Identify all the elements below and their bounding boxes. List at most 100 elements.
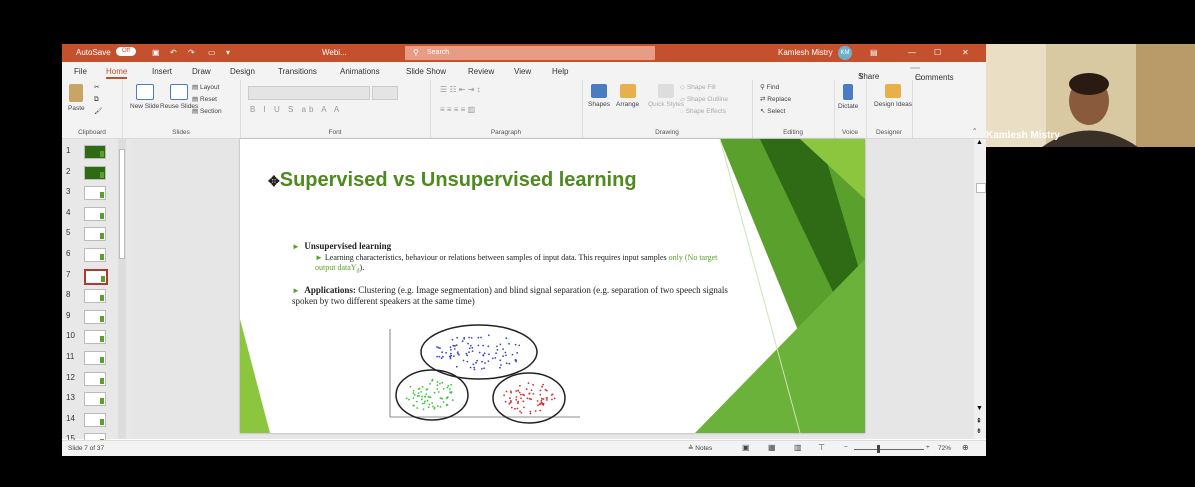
tab-home[interactable]: Home [106, 67, 128, 79]
prev-slide-icon[interactable]: ⇞ [976, 417, 982, 425]
next-slide-icon[interactable]: ⇟ [976, 427, 982, 435]
slide-thumbnail[interactable] [84, 412, 106, 427]
slide-thumbnail[interactable] [84, 371, 106, 386]
shape-outline-button[interactable]: ▱ Shape Outline [680, 96, 728, 104]
design-ideas-button[interactable]: Design Ideas [874, 84, 912, 109]
green-point [433, 406, 436, 409]
maximize-icon[interactable]: ☐ [934, 48, 941, 57]
reset-button[interactable]: ▤ Reset [192, 96, 217, 104]
section-button[interactable]: ▤ Section [192, 108, 222, 116]
new-slide-button[interactable]: New Slide [130, 84, 159, 111]
slide-thumbnail[interactable] [84, 206, 106, 221]
blue-point [496, 345, 498, 348]
avatar[interactable]: KM [838, 46, 852, 60]
redo-icon[interactable]: ↷ [188, 48, 195, 57]
align-buttons[interactable]: ≡ ≡ ≡ ≡ ▥ [440, 106, 475, 114]
list-buttons[interactable]: ☰ ☷ ⇤ ⇥ ↕ [440, 86, 481, 94]
ribbon-display-icon[interactable]: ▤ [870, 48, 878, 57]
zoom-in-icon[interactable]: + [926, 444, 930, 451]
cluster-points-green [405, 378, 454, 411]
tab-file[interactable]: File [74, 67, 87, 76]
zoom-out-icon[interactable]: − [844, 444, 848, 451]
minimize-icon[interactable]: — [908, 48, 916, 57]
sub-bullet-arrow-icon: ► [315, 253, 323, 262]
tab-insert[interactable]: Insert [152, 67, 172, 76]
normal-view-icon[interactable]: ▣ [742, 443, 750, 452]
font-name-select[interactable] [248, 86, 370, 100]
blue-point [471, 350, 474, 352]
autosave-toggle[interactable]: Off [116, 47, 136, 57]
scroll-up-icon[interactable]: ▲ [976, 139, 983, 146]
thumbnail-number: 14 [66, 413, 75, 423]
slide-thumbnail[interactable] [84, 165, 106, 180]
tab-animations[interactable]: Animations [340, 67, 380, 76]
scroll-down-icon[interactable]: ▼ [976, 405, 983, 412]
cut-icon[interactable]: ✂ [94, 84, 99, 92]
green-point [436, 405, 439, 407]
slide-thumbnail[interactable] [84, 351, 106, 365]
slide-canvas[interactable]: ✥Supervised vs Unsupervised learning ► U… [240, 139, 865, 433]
tab-help[interactable]: Help [552, 67, 568, 76]
comments-button[interactable]: ▭ Comments [910, 67, 954, 82]
dictate-button[interactable]: Dictate [838, 84, 858, 111]
red-point [515, 390, 518, 392]
slide-thumbnail[interactable] [84, 268, 108, 285]
arrange-button[interactable]: Arrange [616, 84, 639, 109]
tab-design[interactable]: Design [230, 67, 255, 76]
save-icon[interactable]: ▣ [152, 48, 160, 57]
slide-sorter-icon[interactable]: ▦ [768, 443, 776, 452]
slide-thumbnail[interactable] [84, 186, 106, 201]
user-name[interactable]: Kamlesh Mistry [778, 48, 833, 57]
slide-thumbnail[interactable] [84, 248, 106, 262]
present-icon[interactable]: ▭ [208, 48, 216, 57]
editor-scrollbar[interactable]: ▲ ▼ ⇞ ⇟ [974, 139, 986, 439]
document-title[interactable]: Webi... [322, 48, 347, 57]
slideshow-icon[interactable]: ⊤ [818, 443, 825, 452]
slide-thumbnail[interactable] [84, 330, 106, 345]
red-point [526, 397, 529, 400]
qat-customize-icon[interactable]: ▾ [226, 48, 230, 57]
editor-scroll-thumb[interactable] [976, 183, 986, 193]
red-point [534, 410, 537, 412]
find-button[interactable]: ⚲ Find [760, 84, 779, 92]
slide-thumbnail[interactable] [84, 392, 106, 407]
font-size-select[interactable] [372, 86, 398, 100]
reading-view-icon[interactable]: ▥ [794, 443, 802, 452]
shape-effects-button[interactable]: ◌ Shape Effects [680, 108, 726, 116]
close-icon[interactable]: ✕ [962, 48, 969, 57]
thumbnails-scrollbar[interactable] [118, 139, 126, 439]
red-point [542, 398, 545, 400]
blue-point [438, 355, 441, 358]
tab-transitions[interactable]: Transitions [278, 67, 317, 76]
notes-button[interactable]: ≙ Notes [688, 444, 712, 452]
thumbnails-scroll-thumb[interactable] [119, 149, 125, 259]
quick-styles-button[interactable]: Quick Styles [648, 84, 684, 109]
fit-to-window-icon[interactable]: ⊕ [962, 443, 969, 452]
undo-icon[interactable]: ↶ [170, 48, 177, 57]
paste-button[interactable]: Paste [68, 84, 85, 113]
tab-draw[interactable]: Draw [192, 67, 211, 76]
zoom-slider-thumb[interactable] [877, 445, 880, 453]
slide-title[interactable]: ✥Supervised vs Unsupervised learning [268, 169, 637, 192]
shapes-button[interactable]: Shapes [588, 84, 610, 109]
blue-point [453, 355, 455, 357]
format-painter-icon[interactable]: 🖌 [94, 108, 102, 116]
tab-view[interactable]: View [514, 67, 531, 76]
tab-review[interactable]: Review [468, 67, 494, 76]
zoom-level[interactable]: 72% [938, 445, 951, 452]
zoom-slider[interactable] [854, 449, 924, 450]
blue-point [471, 346, 474, 349]
shape-fill-button[interactable]: ◇ Shape Fill [680, 84, 716, 92]
slide-thumbnail[interactable] [84, 289, 106, 304]
collapse-ribbon-icon[interactable]: ⌃ [972, 128, 977, 136]
search-input[interactable]: ⚲ Search [405, 46, 655, 60]
copy-icon[interactable]: ⧉ [94, 96, 99, 104]
tab-slide-show[interactable]: Slide Show [406, 67, 446, 76]
replace-button[interactable]: ⇄ Replace [760, 96, 791, 104]
slide-thumbnail[interactable] [84, 309, 106, 324]
slide-thumbnail[interactable] [84, 227, 106, 242]
layout-button[interactable]: ▤ Layout [192, 84, 219, 92]
font-format-buttons[interactable]: B I U S ab A A [250, 106, 342, 114]
select-button[interactable]: ↖ Select [760, 108, 785, 116]
slide-thumbnail[interactable] [84, 145, 106, 159]
